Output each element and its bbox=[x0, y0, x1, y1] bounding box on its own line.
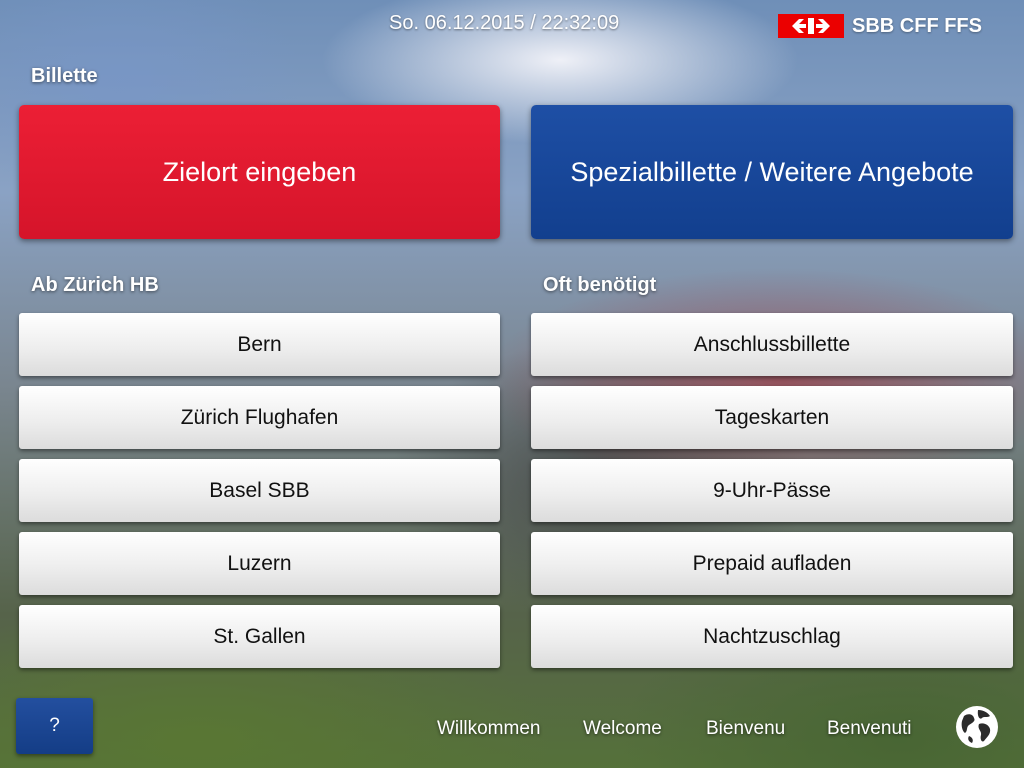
connection-tickets-button[interactable]: Anschlussbillette bbox=[531, 313, 1013, 376]
destination-zurich-airport-button[interactable]: Zürich Flughafen bbox=[19, 386, 500, 449]
frequent-label: Nachtzuschlag bbox=[703, 624, 841, 648]
special-tickets-label: Spezialbillette / Weitere Angebote bbox=[570, 156, 974, 187]
section-label-tickets: Billette bbox=[31, 65, 98, 87]
language-italian-link[interactable]: Benvenuti bbox=[827, 718, 912, 740]
frequent-label: Prepaid aufladen bbox=[692, 551, 852, 575]
night-supplement-button[interactable]: Nachtzuschlag bbox=[531, 605, 1013, 668]
destination-basel-button[interactable]: Basel SBB bbox=[19, 459, 500, 522]
destination-luzern-button[interactable]: Luzern bbox=[19, 532, 500, 595]
globe-icon[interactable] bbox=[954, 704, 1000, 750]
destination-bern-button[interactable]: Bern bbox=[19, 313, 500, 376]
language-english-link[interactable]: Welcome bbox=[583, 718, 662, 740]
frequent-label: Tageskarten bbox=[714, 405, 830, 429]
help-button[interactable]: ? bbox=[16, 698, 93, 754]
special-tickets-button[interactable]: Spezialbillette / Weitere Angebote bbox=[531, 105, 1013, 239]
language-german-link[interactable]: Willkommen bbox=[437, 718, 540, 740]
destination-label: St. Gallen bbox=[213, 624, 306, 648]
destination-label: Zürich Flughafen bbox=[180, 405, 339, 429]
sbb-logo: SBB CFF FFS bbox=[778, 14, 982, 38]
frequent-label: Anschlussbillette bbox=[693, 332, 851, 356]
destination-st-gallen-button[interactable]: St. Gallen bbox=[19, 605, 500, 668]
frequent-label: 9-Uhr-Pässe bbox=[713, 478, 831, 502]
section-label-from-zurich: Ab Zürich HB bbox=[31, 274, 159, 296]
sbb-logo-text: SBB CFF FFS bbox=[852, 14, 982, 37]
sbb-logo-icon bbox=[778, 14, 844, 38]
datetime-display: So. 06.12.2015 / 22:32:09 bbox=[389, 12, 620, 34]
day-passes-button[interactable]: Tageskarten bbox=[531, 386, 1013, 449]
prepaid-topup-button[interactable]: Prepaid aufladen bbox=[531, 532, 1013, 595]
language-french-link[interactable]: Bienvenu bbox=[706, 718, 785, 740]
enter-destination-label: Zielort eingeben bbox=[162, 156, 357, 187]
nine-oclock-passes-button[interactable]: 9-Uhr-Pässe bbox=[531, 459, 1013, 522]
destination-label: Basel SBB bbox=[209, 478, 310, 502]
destination-label: Luzern bbox=[227, 551, 292, 575]
section-label-frequent: Oft benötigt bbox=[543, 274, 657, 296]
destination-label: Bern bbox=[237, 332, 282, 356]
enter-destination-button[interactable]: Zielort eingeben bbox=[19, 105, 500, 239]
